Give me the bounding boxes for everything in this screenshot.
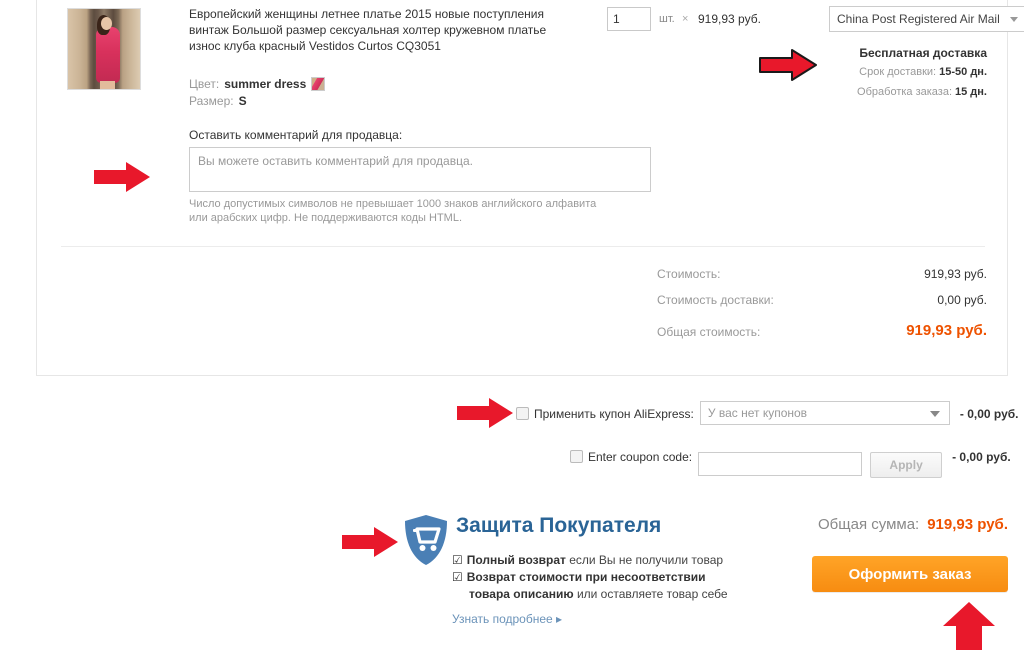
subtotal-label: Стоимость: [657, 267, 721, 281]
processing-time-row: Обработка заказа: 15 дн. [857, 86, 987, 98]
coupon-aliexpress-select[interactable]: У вас нет купонов [699, 401, 950, 425]
grand-total-label: Общая стоимость: [657, 325, 761, 339]
attribute-color-label: Цвет: [189, 77, 220, 91]
total-row-subtotal: Стоимость: 919,93 руб. [657, 264, 987, 290]
order-item-row: Европейский женщины летнее платье 2015 н… [37, 0, 1024, 240]
chevron-down-icon [1010, 17, 1018, 22]
shipping-method-select[interactable]: China Post Registered Air Mail [829, 6, 1024, 32]
shipping-cost-value: 0,00 руб. [937, 293, 987, 307]
subtotal-value: 919,93 руб. [924, 267, 987, 281]
delivery-time-label: Срок доставки: [859, 66, 937, 78]
protection-item-2: ☑ Возврат стоимости при несоответствии то… [452, 569, 752, 603]
summary-grand-total: Общая сумма: 919,93 руб. [818, 516, 1008, 533]
product-thumbnail[interactable] [67, 8, 141, 90]
multiply-symbol: × [682, 13, 689, 25]
shipping-method-value: China Post Registered Air Mail [837, 12, 1000, 26]
coupon-code-input[interactable] [698, 452, 863, 476]
processing-time-value: 15 дн. [955, 86, 987, 98]
product-attributes: Цвет: summer dress Размер: S [189, 76, 326, 110]
order-totals: Стоимость: 919,93 руб. Стоимость доставк… [657, 264, 987, 352]
coupon-aliexpress-amount: - 0,00 руб. [959, 407, 1019, 421]
card-divider [61, 246, 985, 247]
check-icon: ☑ [452, 570, 463, 584]
place-order-button[interactable]: Оформить заказ [812, 556, 1008, 592]
shield-cart-icon [404, 514, 448, 566]
processing-time-label: Обработка заказа: [857, 86, 953, 98]
attribute-size-value: S [238, 94, 247, 108]
buyer-protection-more-link[interactable]: Узнать подробнее ▸ [452, 612, 562, 626]
coupon-code-checkbox[interactable] [570, 450, 583, 463]
attribute-color-value: summer dress [224, 77, 307, 91]
free-shipping-label: Бесплатная доставка [859, 46, 987, 60]
coupon-code-amount: - 0,00 руб. [952, 450, 1011, 464]
attribute-color: Цвет: summer dress [189, 76, 326, 93]
quantity-unit-label: шт. [659, 13, 675, 25]
summary-grand-total-label: Общая сумма: [818, 516, 920, 533]
summary-grand-total-value: 919,93 руб. [927, 516, 1008, 533]
coupon-code-label: Enter coupon code: [588, 450, 693, 464]
protection-item-3-bold: товара описанию [469, 587, 574, 601]
protection-item-3-rest: или оставляете товар себе [573, 587, 728, 601]
seller-comment-label: Оставить комментарий для продавца: [189, 128, 403, 142]
protection-item-1-rest: если Вы не получили товар [565, 553, 724, 567]
arrow-to-place-order [940, 600, 998, 650]
thumbnail-head-shape [101, 17, 112, 30]
seller-comment-hint: Число допустимых символов не превышает 1… [189, 198, 597, 224]
arrow-to-shipping [758, 48, 818, 82]
attribute-size: Размер: S [189, 93, 325, 110]
thumbnail-dress-shape [96, 27, 120, 83]
arrow-to-buyer-protection [340, 525, 400, 559]
quantity-input[interactable] [607, 7, 651, 31]
attribute-size-label: Размер: [189, 94, 234, 108]
coupon-aliexpress-row: Применить купон AliExpress: У вас нет ку… [516, 401, 1019, 425]
shipping-cost-label: Стоимость доставки: [657, 293, 774, 307]
arrow-to-coupon-checkbox [455, 396, 515, 430]
protection-item-2-bold: Возврат стоимости при несоответствии [466, 570, 706, 584]
delivery-time-value: 15-50 дн. [939, 66, 987, 78]
color-swatch-icon [311, 77, 326, 91]
apply-coupon-button[interactable]: Apply [870, 452, 943, 478]
coupon-aliexpress-select-value: У вас нет купонов [707, 406, 808, 420]
coupon-aliexpress-label: Применить купон AliExpress: [534, 407, 694, 421]
seller-comment-input[interactable] [189, 147, 651, 192]
product-title[interactable]: Европейский женщины летнее платье 2015 н… [189, 6, 549, 54]
chevron-down-icon [929, 411, 940, 417]
check-icon: ☑ [452, 553, 463, 567]
order-item-card: Европейский женщины летнее платье 2015 н… [36, 0, 1024, 376]
total-row-grand: Общая стоимость: 919,93 руб. [657, 322, 987, 352]
delivery-time-row: Срок доставки: 15-50 дн. [859, 66, 987, 78]
buyer-protection-list: ☑ Полный возврат если Вы не получили това… [452, 552, 752, 603]
grand-total-value: 919,93 руб. [906, 322, 987, 339]
coupon-code-row: Enter coupon code: Apply - 0,00 руб. [570, 450, 1011, 478]
arrow-to-comment [92, 160, 152, 194]
coupon-aliexpress-checkbox[interactable] [516, 407, 529, 420]
protection-item-3: товара описанию или оставляете товар себ… [452, 586, 752, 603]
thumbnail-legs-shape [100, 81, 115, 89]
protection-item-1: ☑ Полный возврат если Вы не получили това… [452, 552, 752, 569]
buyer-protection-title: Защита Покупателя [456, 514, 662, 537]
total-row-shipping: Стоимость доставки: 0,00 руб. [657, 290, 987, 316]
unit-price: 919,93 руб. [698, 12, 761, 26]
protection-item-1-bold: Полный возврат [466, 553, 566, 567]
